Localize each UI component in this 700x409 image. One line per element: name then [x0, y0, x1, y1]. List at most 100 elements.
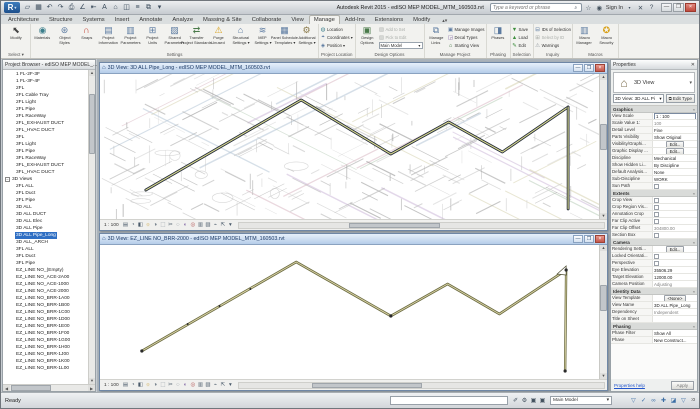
tree-item-2fl-cable-tray[interactable]: 2FL Cable Tray: [3, 92, 88, 99]
tab-insert[interactable]: Insert: [110, 15, 135, 24]
minimize-button[interactable]: —: [573, 235, 583, 243]
edit-button[interactable]: Edit...: [666, 246, 685, 252]
analytical-model-icon[interactable]: ⌁: [212, 221, 220, 230]
property-value[interactable]: Mechanical: [653, 155, 697, 161]
shadows-icon[interactable]: ◑: [152, 381, 160, 390]
type-selector-preview[interactable]: ⌂ 3D View ▾: [613, 72, 695, 93]
visual-style-icon[interactable]: ◧: [137, 221, 145, 230]
crop-view-icon[interactable]: ⬚: [159, 221, 167, 230]
scroll-down-icon[interactable]: ▼: [600, 373, 607, 379]
property-value[interactable]: By Discipline: [653, 162, 697, 168]
edit-type-button[interactable]: ⧉ Edit Type: [666, 94, 695, 103]
tab-systems[interactable]: Systems: [77, 15, 109, 24]
scroll-up-icon[interactable]: ▲: [600, 74, 607, 80]
tree-item-ez-line-no-brr-1c00[interactable]: EZ_LINE NO_BRR-1C00: [3, 309, 88, 316]
tab-extensions[interactable]: Extensions: [370, 15, 408, 24]
tree-item-2fl-exhaust-duct[interactable]: 2FL_EXHAUST DUCT: [3, 120, 88, 127]
property-value[interactable]: New Construct...: [653, 337, 697, 343]
save-button[interactable]: ▼Save: [512, 26, 529, 33]
temporary-hide-isolate-icon[interactable]: ◐: [182, 381, 190, 390]
scrollbar-thumb[interactable]: [89, 94, 95, 154]
tree-item-3d-all-elec[interactable]: 3D ALL Elec: [3, 218, 88, 225]
tree-item-3fl-hvac-duct[interactable]: 3FL_HVAC DUCT: [3, 169, 88, 176]
detail-level-icon[interactable]: ◔: [129, 381, 137, 390]
restore-button[interactable]: ❐: [673, 3, 684, 12]
tree-item-ez-line-no-brr-1l00[interactable]: EZ_LINE NO_BRR-1L00: [3, 365, 88, 372]
manage-images-button[interactable]: ▣Manage Images: [448, 26, 485, 33]
tree-item-ez-line-no-brr-1d00[interactable]: EZ_LINE NO_BRR-1D00: [3, 316, 88, 323]
tree-item-3d-all[interactable]: 3D ALL: [3, 204, 88, 211]
minimize-button[interactable]: —: [661, 3, 672, 12]
materials-button[interactable]: ◉Materials: [32, 25, 53, 41]
worksets-icon[interactable]: ✐: [511, 397, 520, 404]
coordinates-button[interactable]: ⌖Coordinates ▾: [320, 34, 353, 41]
warnings-button[interactable]: ⚠Warnings: [535, 42, 571, 49]
temporary-hide-isolate-icon[interactable]: ◐: [182, 221, 190, 230]
view-horizontal-scrollbar[interactable]: [238, 382, 605, 389]
checkbox[interactable]: [654, 184, 659, 189]
tree-item-3fl[interactable]: 3FL: [3, 134, 88, 141]
transfer-project-standards-button[interactable]: ⇄TransferProject Standards: [186, 25, 207, 45]
purge-unused-button[interactable]: ⚠PurgeUnused: [208, 25, 229, 45]
tree-item-ez-line-no-brr-1b00[interactable]: EZ_LINE NO_BRR-1B00: [3, 302, 88, 309]
active-design-option-select[interactable]: Main Model▾: [379, 42, 423, 49]
properties-help-link[interactable]: Properties help: [614, 383, 645, 388]
tree-item-1-fl-2f-3f[interactable]: 1 FL-2F-3F: [3, 71, 88, 78]
thin-lines-icon[interactable]: ≡: [132, 2, 143, 13]
tree-item-3fl-all[interactable]: 3FL ALL: [3, 246, 88, 253]
displacement-sets-icon[interactable]: ⇱: [219, 381, 227, 390]
decal-types-button[interactable]: ◲Decal Types: [448, 34, 485, 41]
chevron-down-icon[interactable]: ▾: [689, 80, 694, 86]
tab-structure[interactable]: Structure: [44, 15, 78, 24]
tree-item-2fl-pipe[interactable]: 2FL Pipe: [3, 197, 88, 204]
redo-icon[interactable]: ↷: [55, 2, 66, 13]
tree-item-ez-line-no-brr-1a00[interactable]: EZ_LINE NO_BRR-1A00: [3, 295, 88, 302]
edit-button[interactable]: ✎Edit: [512, 42, 529, 49]
tree-item-1-fl-3f-4f[interactable]: 1 FL-3F-4F: [3, 78, 88, 85]
modify-button[interactable]: ⬉Modify: [3, 25, 29, 41]
view-selector-combo[interactable]: 3D View: 3D ALL Pi ▾: [613, 94, 664, 103]
view-horizontal-scrollbar[interactable]: [238, 222, 605, 229]
tab-massing-site[interactable]: Massing & Site: [198, 15, 247, 24]
scroll-right-icon[interactable]: ▶: [88, 385, 95, 391]
edit-button[interactable]: Edit...: [666, 148, 685, 154]
property-value[interactable]: Fine: [653, 127, 697, 133]
scroll-left-icon[interactable]: ◀: [3, 385, 10, 391]
project-browser-header[interactable]: Project Browser - edISO MEP MODEL_... ✕: [3, 60, 95, 70]
tree-item-3fl-pipe[interactable]: 3FL Pipe: [3, 148, 88, 155]
model-canvas[interactable]: [100, 74, 599, 219]
vcb-more-icon[interactable]: ▾: [227, 381, 235, 390]
tree-item-ez-line-no-ace-1000[interactable]: EZ_LINE NO_ACE-1000: [3, 281, 88, 288]
search-icon[interactable]: ⌕: [572, 5, 580, 11]
undo-icon[interactable]: ↶: [44, 2, 55, 13]
temporary-view-properties-icon[interactable]: ▧: [204, 221, 212, 230]
open-icon[interactable]: ▱: [22, 2, 33, 13]
default-3d-view-icon[interactable]: ⌂: [110, 2, 121, 13]
measure-icon[interactable]: ∠: [77, 2, 88, 13]
exclude-options-icon[interactable]: ▽: [629, 397, 638, 404]
communication-center-icon[interactable]: ☆: [584, 4, 593, 12]
tab-manage[interactable]: Manage: [309, 15, 340, 24]
tree-item-3d-all-pipe[interactable]: 3D ALL Pipe: [3, 225, 88, 232]
tree-item-3fl-pipe[interactable]: 3FL Pipe: [3, 260, 88, 267]
checkbox[interactable]: [654, 205, 659, 210]
press-drag-icon[interactable]: ✓: [639, 397, 648, 404]
sun-path-icon[interactable]: ☼: [144, 221, 152, 230]
property-value[interactable]: [653, 197, 697, 203]
detail-level-icon[interactable]: ◔: [129, 221, 137, 230]
edit-button[interactable]: Edit...: [666, 141, 685, 147]
vcb-more-icon[interactable]: ▾: [227, 221, 235, 230]
tree-item-3d-all-duct[interactable]: 3D ALL DUCT: [3, 211, 88, 218]
design-options-button[interactable]: ▣DesignOptions: [357, 25, 378, 45]
scrollbar-thumb[interactable]: [11, 385, 51, 391]
checkbox[interactable]: [654, 212, 659, 217]
qat-customize-icon[interactable]: ▾: [154, 2, 165, 13]
property-value[interactable]: None: [653, 169, 697, 175]
crop-view-icon[interactable]: ⬚: [159, 381, 167, 390]
location-button[interactable]: ◍Location: [320, 26, 353, 33]
minimize-button[interactable]: —: [573, 64, 583, 72]
property-value[interactable]: Edit...: [653, 246, 697, 252]
view-window-titlebar[interactable]: ⌂ 3D View: EZ_LINE NO_BRR-2000 - edISO M…: [100, 234, 607, 245]
tree-item-ez-line-no-empty[interactable]: EZ_LINE NO_(Empty): [3, 267, 88, 274]
property-value[interactable]: [653, 253, 697, 259]
